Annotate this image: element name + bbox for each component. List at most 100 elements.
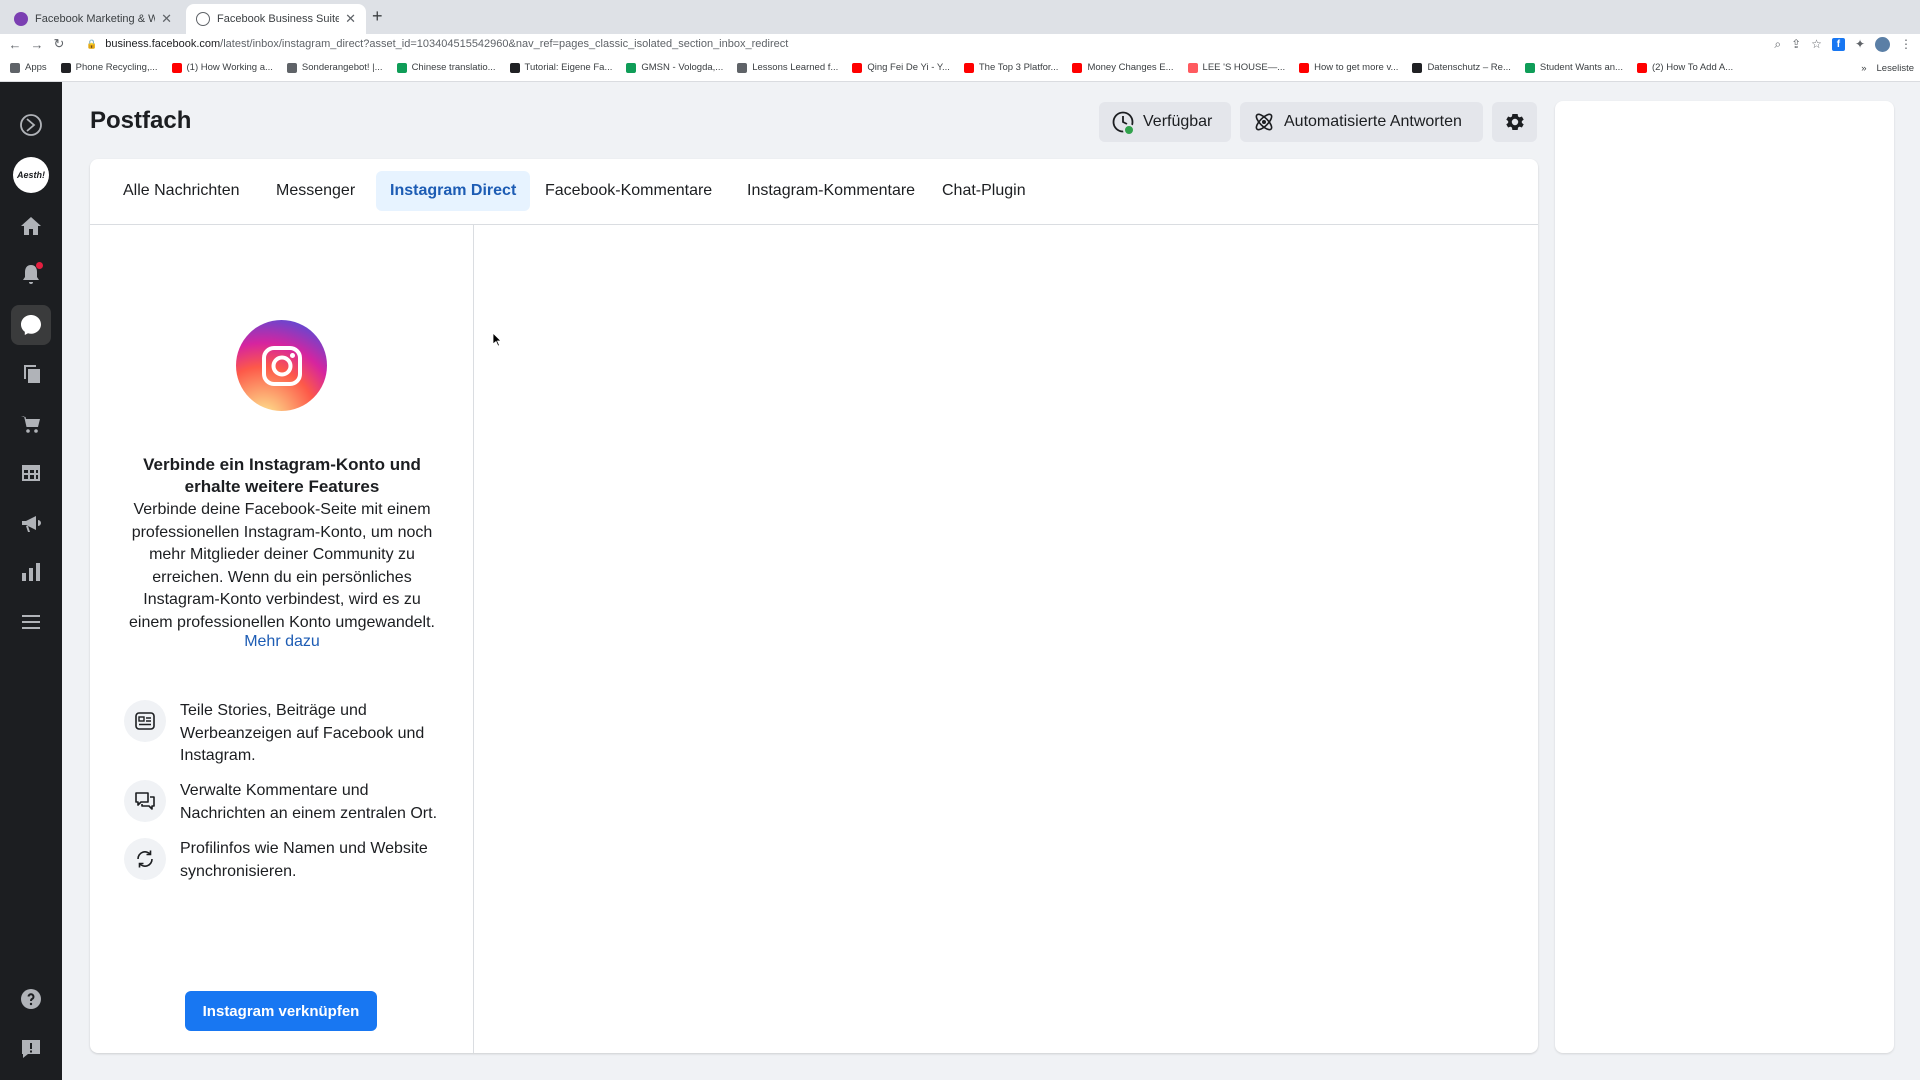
bookmark-label: Datenschutz – Re...: [1427, 62, 1511, 73]
bookmark-item[interactable]: Lessons Learned f...: [737, 62, 838, 73]
browser-tabstrip: Facebook Marketing & Werbea ✕ Facebook B…: [0, 0, 1920, 34]
bookmark-favicon-icon: [1187, 62, 1198, 73]
tab-messenger[interactable]: Messenger: [262, 171, 369, 211]
tab-label: Alle Nachrichten: [123, 182, 240, 199]
bookmark-favicon-icon: [509, 62, 520, 73]
all-tools-menu-icon[interactable]: [11, 602, 51, 642]
bookmark-item[interactable]: Phone Recycling,...: [60, 62, 158, 73]
shop-cart-icon[interactable]: [11, 404, 51, 444]
settings-button[interactable]: [1492, 102, 1537, 142]
tab-label: Facebook-Kommentare: [545, 182, 713, 199]
bookmark-favicon-icon: [1636, 62, 1647, 73]
bookmark-item[interactable]: (2) How To Add A...: [1636, 62, 1734, 73]
bookmark-label: Lessons Learned f...: [752, 62, 839, 73]
availability-button[interactable]: Verfügbar: [1099, 102, 1231, 142]
bookmark-item[interactable]: GMSN - Vologda,...: [626, 62, 723, 73]
bookmark-favicon-icon: [1412, 62, 1423, 73]
tab-label: Instagram Direct: [390, 182, 517, 199]
tab-label: Messenger: [276, 182, 356, 199]
extensions-puzzle-icon[interactable]: ✦: [1855, 37, 1865, 51]
home-icon[interactable]: [11, 206, 51, 246]
tab-all-messages[interactable]: Alle Nachrichten: [109, 171, 254, 211]
share-icon[interactable]: ⇪: [1791, 37, 1801, 51]
automation-atom-icon: [1255, 113, 1273, 131]
browser-tab-title: Facebook Business Suite: [217, 13, 340, 25]
automated-replies-label: Automatisierte Antworten: [1284, 113, 1462, 130]
bookmark-item[interactable]: The Top 3 Platfor...: [963, 62, 1058, 73]
apps-grid-icon: [10, 62, 20, 73]
bookmark-label: (2) How To Add A...: [1651, 62, 1734, 73]
bookmark-item[interactable]: (1) How Working a...: [171, 62, 273, 73]
tab-facebook-comments[interactable]: Facebook-Kommentare: [531, 171, 726, 211]
ads-megaphone-icon[interactable]: [11, 503, 51, 543]
notification-dot: [36, 262, 43, 269]
bookmark-item[interactable]: Tutorial: Eigene Fa...: [509, 62, 612, 73]
tab-instagram-direct[interactable]: Instagram Direct: [376, 171, 531, 211]
facebook-extension-icon[interactable]: f: [1831, 37, 1845, 51]
notifications-bell-icon[interactable]: [11, 255, 51, 295]
bookmark-favicon-icon: [60, 62, 71, 73]
page-title: Postfach: [90, 107, 192, 134]
tab-chat-plugin[interactable]: Chat-Plugin: [928, 171, 1040, 211]
inbox-chat-icon[interactable]: [11, 305, 51, 345]
help-icon[interactable]: [11, 979, 51, 1019]
close-tab-icon[interactable]: ✕: [161, 11, 172, 27]
availability-label: Verfügbar: [1143, 113, 1213, 130]
browser-menu-icon[interactable]: ⋮: [1900, 37, 1912, 51]
insights-chart-icon[interactable]: [11, 552, 51, 592]
back-arrow-icon[interactable]: ←: [4, 37, 26, 52]
bookmark-item[interactable]: Qing Fei De Yi - Y...: [852, 62, 950, 73]
available-status-dot: [1123, 124, 1135, 136]
reload-icon[interactable]: ↻: [48, 36, 70, 52]
address-bar[interactable]: 🔒 business.facebook.com/latest/inbox/ins…: [86, 34, 1736, 54]
tab-instagram-comments[interactable]: Instagram-Kommentare: [733, 171, 929, 211]
forward-arrow-icon[interactable]: →: [26, 37, 48, 52]
planner-grid-icon[interactable]: [11, 453, 51, 493]
bookmark-label: Student Wants an...: [1539, 62, 1623, 73]
facebook-favicon-icon: [14, 12, 28, 26]
new-tab-button[interactable]: +: [372, 6, 383, 27]
toolbar-actions: ⌕ ⇪ ☆ f ✦ ⋮: [1774, 34, 1912, 54]
bookmark-star-icon[interactable]: ☆: [1811, 37, 1822, 51]
bookmark-item[interactable]: Student Wants an...: [1524, 62, 1623, 73]
post-icon: [124, 700, 166, 742]
zoom-icon[interactable]: ⌕: [1774, 37, 1781, 52]
feature-item: Teile Stories, Beiträge und Werbeanzeige…: [124, 700, 454, 768]
page-avatar[interactable]: Aesth!: [11, 155, 51, 195]
browser-toolbar: ← → ↻ 🔒 business.facebook.com/latest/inb…: [0, 34, 1920, 54]
close-tab-icon[interactable]: ✕: [345, 11, 356, 27]
bookmark-item[interactable]: Datenschutz – Re...: [1412, 62, 1511, 73]
bookmark-item[interactable]: LEE 'S HOUSE—...: [1187, 62, 1286, 73]
automated-replies-button[interactable]: Automatisierte Antworten: [1240, 102, 1483, 142]
posts-icon[interactable]: [11, 354, 51, 394]
profile-avatar-icon[interactable]: [1875, 36, 1890, 52]
bookmark-label: Sonderangebot! |...: [301, 62, 383, 73]
learn-more-link[interactable]: Mehr dazu: [120, 633, 444, 651]
bookmark-favicon-icon: [1072, 62, 1083, 73]
bookmark-apps[interactable]: Apps: [10, 62, 47, 73]
more-bookmarks-button[interactable]: »: [1861, 63, 1866, 74]
bookmark-item[interactable]: Sonderangebot! |...: [286, 62, 383, 73]
instagram-logo-icon: [236, 320, 327, 411]
bookmark-favicon-icon: [626, 62, 637, 73]
bookmark-item[interactable]: Money Changes E...: [1072, 62, 1174, 73]
bookmark-item[interactable]: Chinese translatio...: [396, 62, 496, 73]
connect-instagram-button[interactable]: Instagram verknüpfen: [185, 991, 377, 1031]
bookmark-favicon-icon: [963, 62, 974, 73]
reading-list-button[interactable]: Leseliste: [1877, 63, 1915, 74]
bookmark-favicon-icon: [852, 62, 863, 73]
bookmark-favicon-icon: [737, 62, 748, 73]
browser-tab-marketing[interactable]: Facebook Marketing & Werbea ✕: [4, 4, 182, 34]
bookmark-label: LEE 'S HOUSE—...: [1202, 62, 1286, 73]
bookmark-label: (1) How Working a...: [186, 62, 273, 73]
feature-text: Teile Stories, Beiträge und Werbeanzeige…: [180, 702, 425, 764]
tab-label: Instagram-Kommentare: [747, 182, 916, 199]
feedback-icon[interactable]: [11, 1029, 51, 1069]
browser-tab-business-suite[interactable]: Facebook Business Suite ✕: [186, 4, 366, 34]
meta-logo-icon[interactable]: [11, 105, 51, 145]
bookmark-favicon-icon: [171, 62, 182, 73]
bookmark-item[interactable]: How to get more v...: [1299, 62, 1398, 73]
inbox-tab-bar: Alle Nachrichten Messenger Instagram Dir…: [90, 159, 1538, 225]
feature-text: Verwalte Kommentare und Nachrichten an e…: [180, 782, 438, 822]
details-side-panel: [1555, 101, 1894, 1053]
